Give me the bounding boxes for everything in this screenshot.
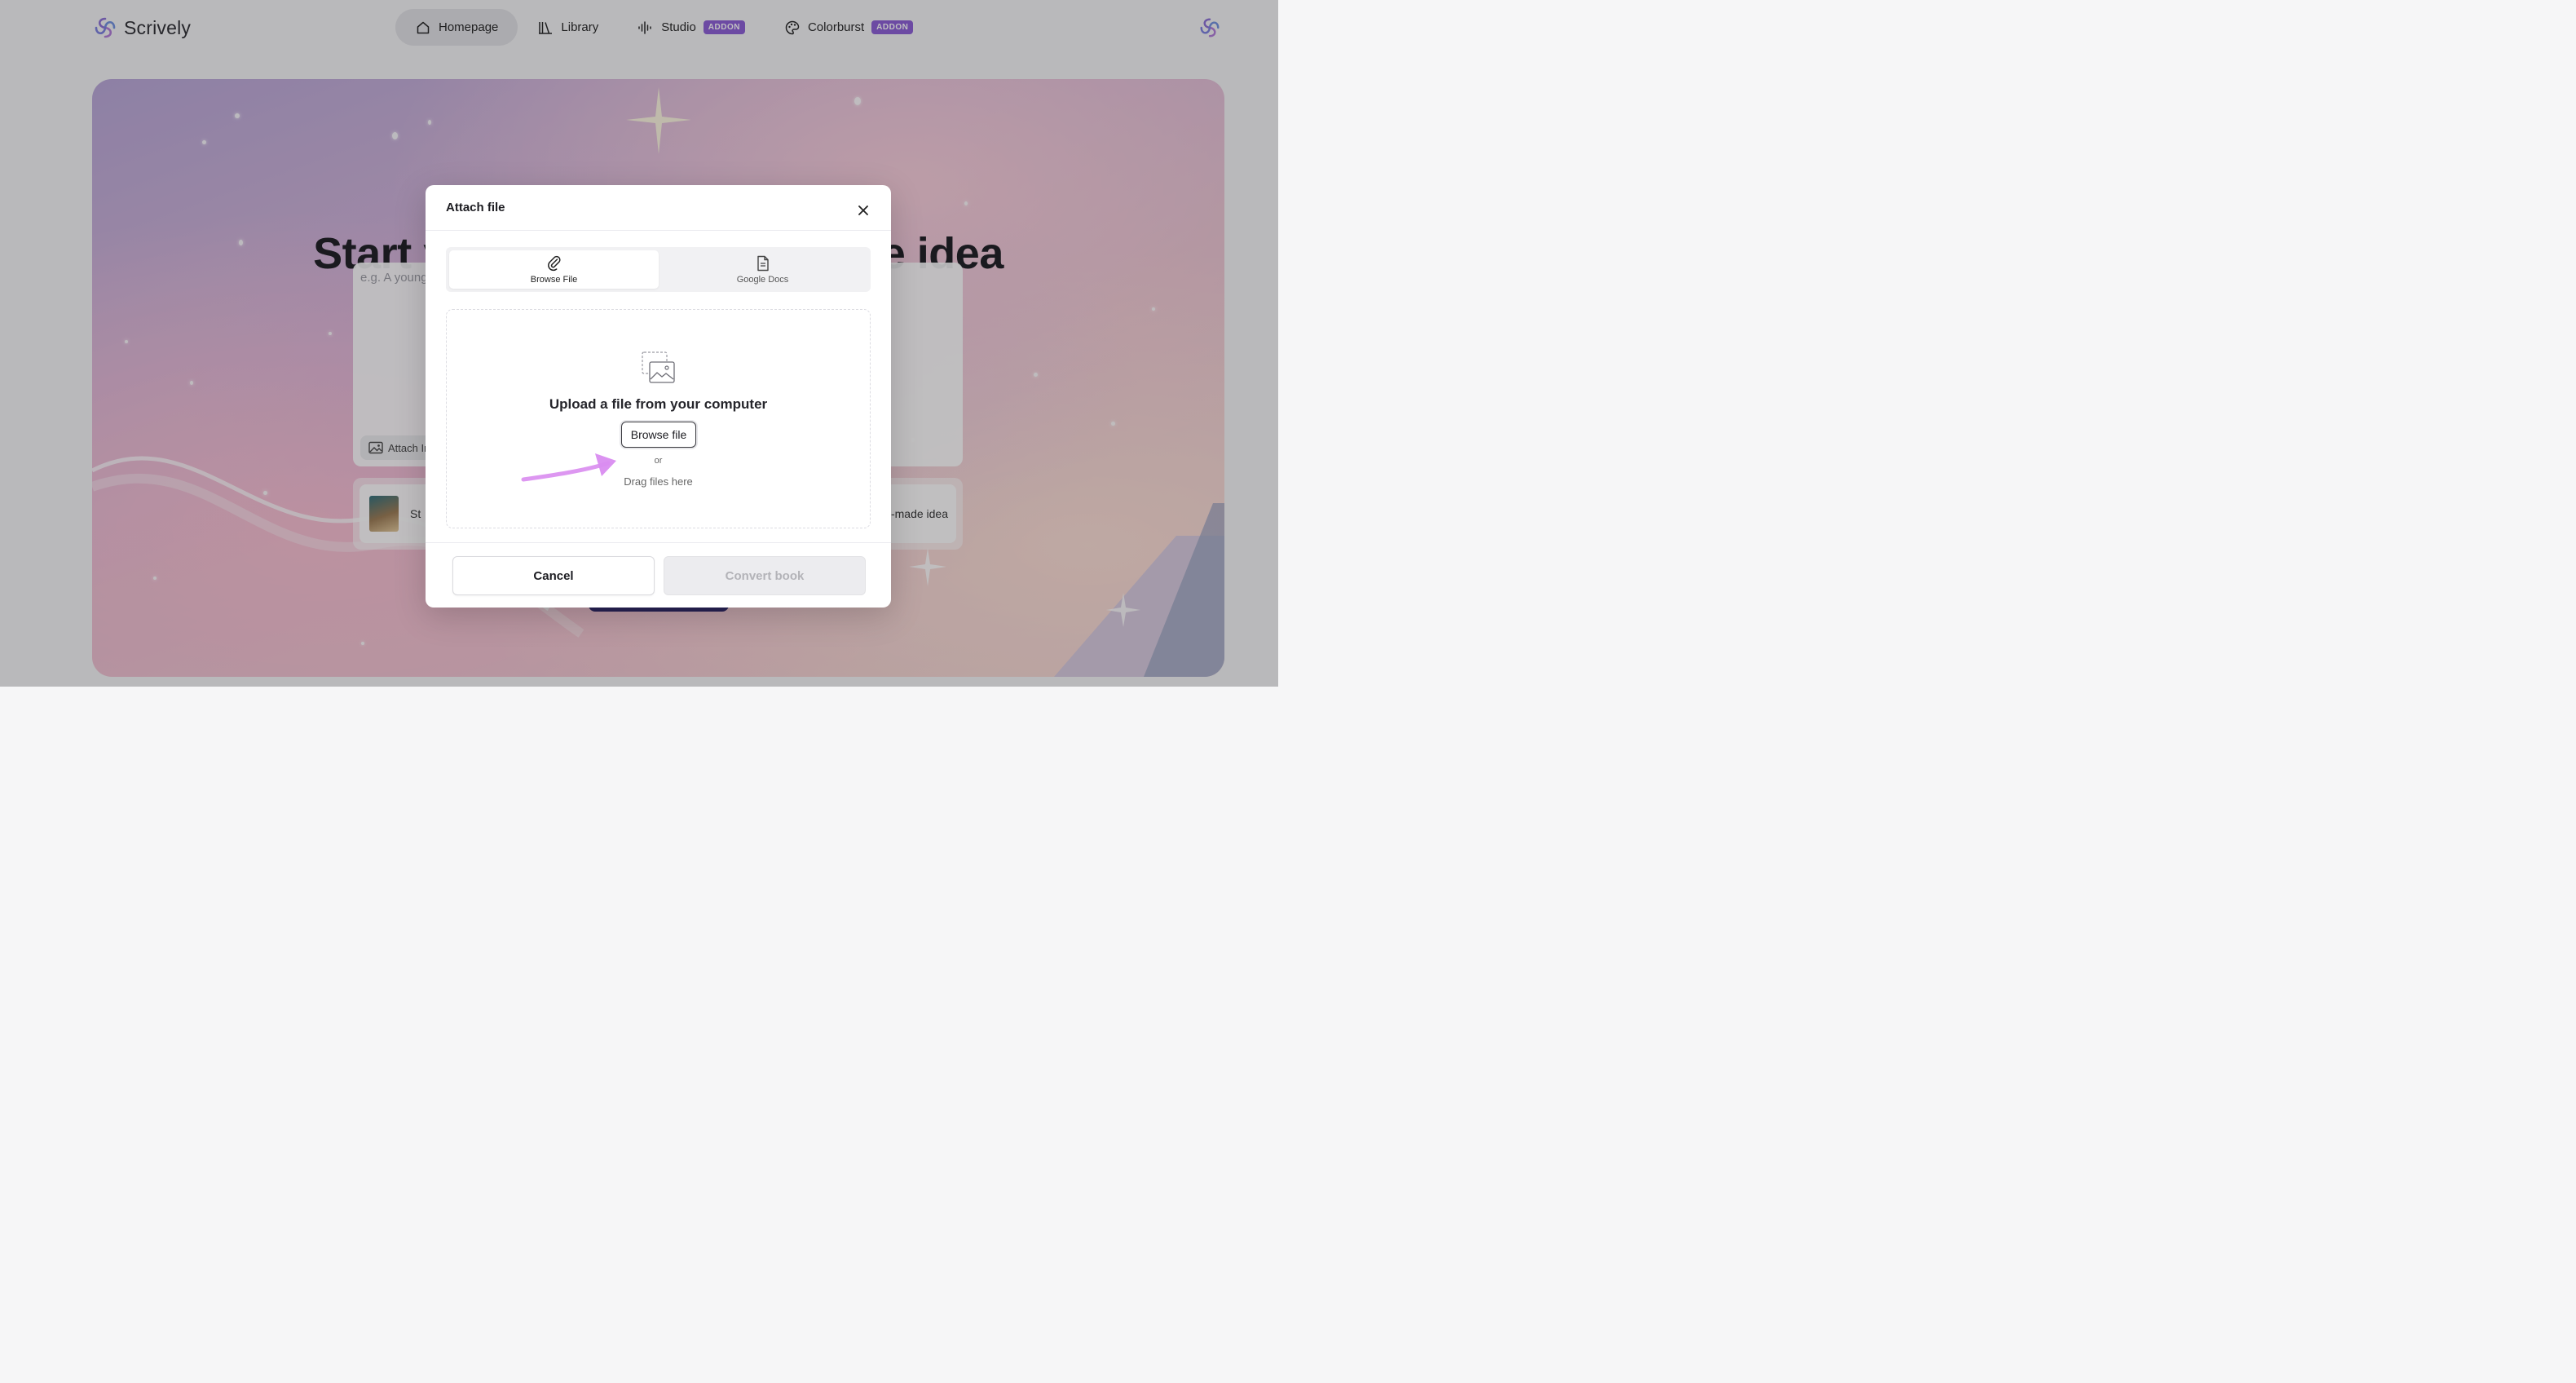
annotation-arrow-icon xyxy=(521,453,616,482)
or-separator: or xyxy=(654,456,663,466)
footer-divider xyxy=(426,542,891,543)
paperclip-icon xyxy=(547,255,560,271)
convert-book-button[interactable]: Convert book xyxy=(664,556,866,595)
drag-hint: Drag files here xyxy=(624,475,693,488)
cancel-button[interactable]: Cancel xyxy=(452,556,655,595)
header-divider xyxy=(426,230,891,231)
close-button[interactable] xyxy=(854,201,872,219)
dialog-title: Attach file xyxy=(446,201,505,214)
image-placeholder-icon xyxy=(642,351,675,383)
source-tabs: Browse File Google Docs xyxy=(446,247,871,292)
tab-google-docs[interactable]: Google Docs xyxy=(658,250,867,289)
tab-label: Google Docs xyxy=(736,274,789,285)
document-icon xyxy=(756,255,769,271)
upload-title: Upload a file from your computer xyxy=(549,396,768,412)
file-dropzone[interactable]: Upload a file from your computer Browse … xyxy=(446,309,871,528)
close-icon xyxy=(858,205,868,215)
browse-file-button[interactable]: Browse file xyxy=(621,422,696,448)
tab-browse-file[interactable]: Browse File xyxy=(449,250,659,289)
tab-label: Browse File xyxy=(530,274,578,285)
attach-file-dialog: Attach file Browse File Google Docs Uplo… xyxy=(426,185,891,608)
